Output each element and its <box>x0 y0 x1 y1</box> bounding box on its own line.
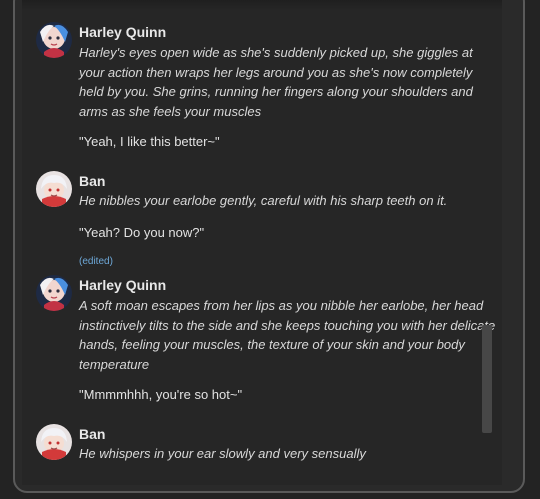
message-author: Ban <box>79 173 106 189</box>
harley-avatar-icon[interactable] <box>36 275 72 311</box>
scrollbar-thumb[interactable] <box>482 325 492 433</box>
scrollbar[interactable] <box>480 0 492 485</box>
message-author: Ban <box>79 426 106 442</box>
top-fade <box>22 0 502 10</box>
message-quote: "Yeah? Do you now?" <box>79 225 205 240</box>
edited-label: (edited) <box>79 256 113 267</box>
harley-avatar-icon[interactable] <box>36 22 72 58</box>
message-narration: A soft moan escapes from her lips as you… <box>79 298 496 372</box>
message-narration: He whispers in your ear slowly and very … <box>79 446 366 461</box>
message-author: Harley Quinn <box>79 277 167 293</box>
message-author: Harley Quinn <box>79 24 167 40</box>
chat-log[interactable]: Harley Quinn Harley's eyes open wide as … <box>22 0 502 485</box>
message-quote: "Yeah, I like this better~" <box>79 134 220 149</box>
ban-avatar-icon[interactable] <box>36 424 72 460</box>
message-quote: "Mmmmhhh, you're so hot~" <box>79 387 243 402</box>
message-narration: He nibbles your earlobe gently, careful … <box>79 193 448 208</box>
message-narration: Harley's eyes open wide as she's suddenl… <box>79 45 473 119</box>
ban-avatar-icon[interactable] <box>36 171 72 207</box>
